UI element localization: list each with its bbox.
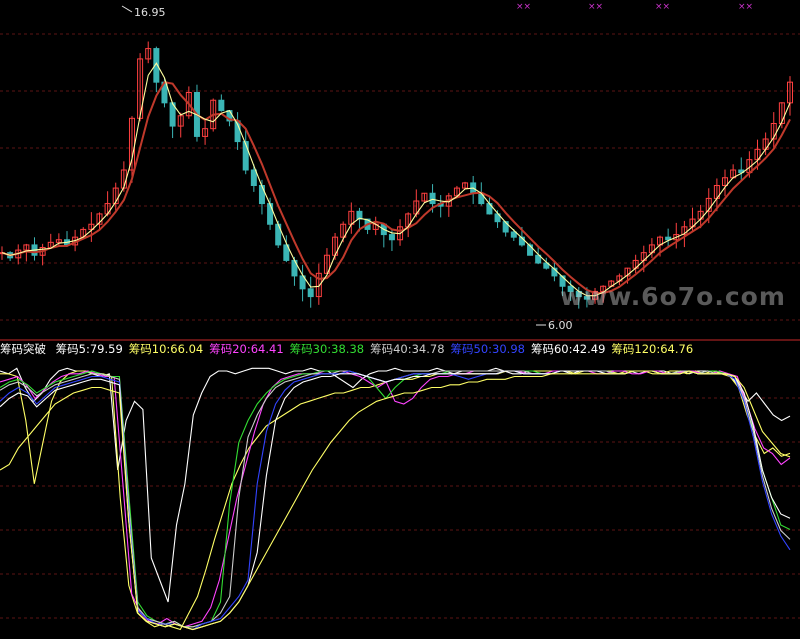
signal-markers: ×× ×× ×× ×× [516,2,753,12]
indicator-line-3 [0,370,791,628]
legend-item-7: 筹码120:64.76 [611,342,694,356]
price-candles [0,41,793,309]
ma-slow-line [1,81,791,294]
candle-body [218,99,225,112]
candle-body [429,192,436,205]
indicator-title: 筹码突破 [0,342,46,356]
high-price-label: 16.95 [134,6,166,19]
indicator-legend: 筹码突破 筹码5:79.59 筹码10:66.04 筹码20:64.41 筹码30:3… [0,341,699,357]
legend-item-0: 筹码5:79.59 [55,342,123,356]
legend-item-1: 筹码10:66.04 [128,342,204,356]
candle-body [250,169,257,186]
indicator-line-0 [0,367,791,603]
ma-fast-line [1,62,791,297]
legend-item-4: 筹码40:34.78 [370,342,445,356]
price-moving-averages [1,62,791,297]
chip-indicator-lines [0,367,791,631]
indicator-line-2 [0,370,791,628]
legend-item-6: 筹码60:42.49 [530,342,606,356]
candle-body [388,234,395,241]
signal-marker: ×× [516,2,531,12]
grid-lines [0,33,800,619]
signal-marker: ×× [655,2,670,12]
price-extremes [121,5,546,326]
signal-marker: ×× [738,2,753,12]
indicator-line-6 [0,370,791,631]
legend-item-5: 筹码50:30.98 [450,342,525,356]
indicator-line-5 [0,370,791,631]
high-arrow [121,5,133,13]
watermark: www.6o7o.com [560,282,786,311]
candle-body [510,231,517,238]
stock-chart: ×× ×× ×× ×× [0,2,800,631]
candle-body [267,203,274,225]
indicator-line-7 [0,370,791,631]
legend-item-3: 筹码30:38.38 [289,342,365,356]
low-price-label: 6.00 [548,319,573,332]
candle-body [242,141,249,171]
signal-marker: ×× [588,2,603,12]
indicator-line-4 [0,370,791,628]
indicator-line-1 [0,370,791,631]
candle-body [307,288,314,298]
candle-body [258,185,265,205]
legend-item-2: 筹码20:64.41 [209,342,284,356]
